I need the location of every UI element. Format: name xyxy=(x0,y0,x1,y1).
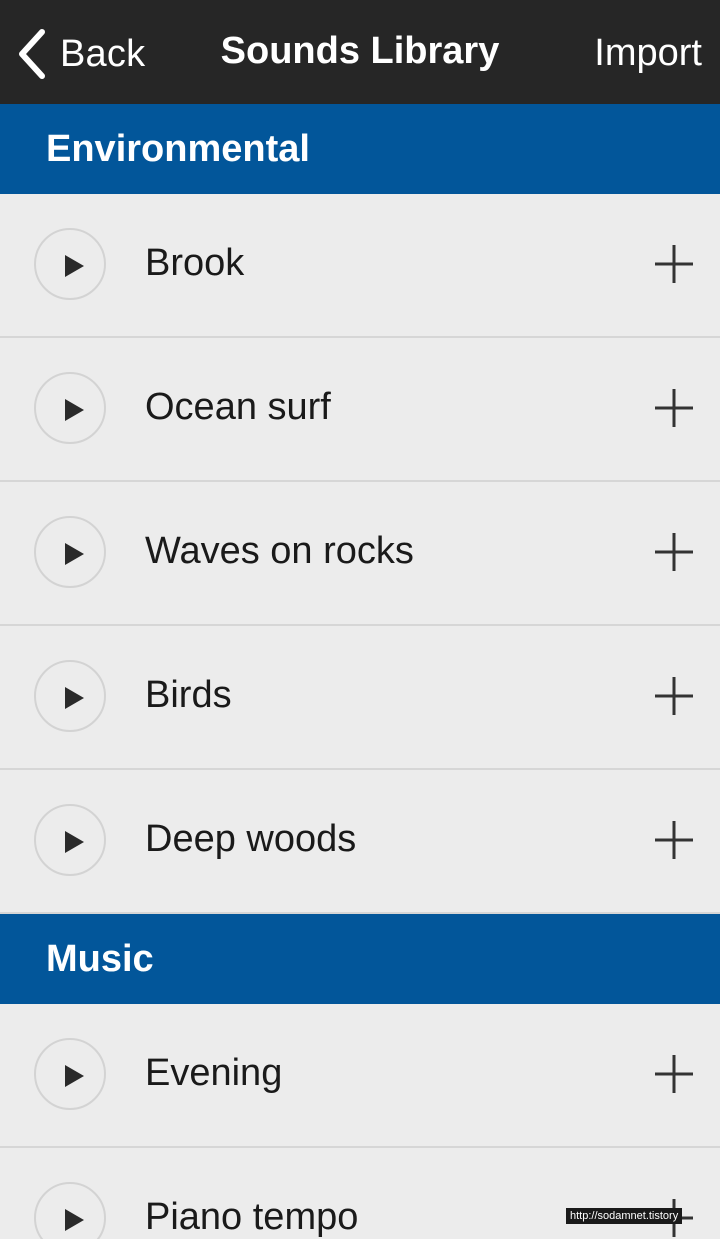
play-icon xyxy=(65,1209,84,1231)
add-button[interactable] xyxy=(652,242,696,286)
play-icon xyxy=(65,255,84,277)
plus-icon xyxy=(655,821,693,859)
add-button[interactable] xyxy=(652,386,696,430)
import-button[interactable]: Import xyxy=(594,32,702,75)
sound-name: Piano tempo xyxy=(145,1196,359,1238)
plus-icon xyxy=(655,533,693,571)
sound-name: Brook xyxy=(145,242,245,284)
sounds-library-screen: Back Sounds Library Import Environmental… xyxy=(0,0,720,1239)
list-item[interactable]: Ocean surf xyxy=(0,338,720,482)
add-button[interactable] xyxy=(652,530,696,574)
plus-icon xyxy=(655,1055,693,1093)
plus-icon xyxy=(655,677,693,715)
play-button[interactable] xyxy=(34,228,106,300)
play-icon xyxy=(65,399,84,421)
section-header-music: Music xyxy=(0,914,720,1004)
list-item[interactable]: Brook xyxy=(0,194,720,338)
add-button[interactable] xyxy=(652,818,696,862)
sound-name: Waves on rocks xyxy=(145,530,414,572)
play-icon xyxy=(65,543,84,565)
play-button[interactable] xyxy=(34,660,106,732)
plus-icon xyxy=(655,245,693,283)
play-icon xyxy=(65,687,84,709)
watermark: http://sodamnet.tistory xyxy=(566,1208,683,1224)
plus-icon xyxy=(655,389,693,427)
sound-name: Birds xyxy=(145,674,232,716)
play-button[interactable] xyxy=(34,372,106,444)
sound-name: Evening xyxy=(145,1052,283,1094)
navigation-bar: Back Sounds Library Import xyxy=(0,0,720,104)
play-icon xyxy=(65,1065,84,1087)
play-button[interactable] xyxy=(34,1182,106,1239)
play-button[interactable] xyxy=(34,804,106,876)
list-item[interactable]: Birds xyxy=(0,626,720,770)
sound-name: Ocean surf xyxy=(145,386,331,428)
play-icon xyxy=(65,831,84,853)
list-item[interactable]: Waves on rocks xyxy=(0,482,720,626)
list-item[interactable]: Piano tempo xyxy=(0,1148,720,1239)
list-item[interactable]: Evening xyxy=(0,1004,720,1148)
play-button[interactable] xyxy=(34,1038,106,1110)
play-button[interactable] xyxy=(34,516,106,588)
sound-name: Deep woods xyxy=(145,818,357,860)
section-header-environmental: Environmental xyxy=(0,104,720,194)
list-item[interactable]: Deep woods xyxy=(0,770,720,914)
add-button[interactable] xyxy=(652,674,696,718)
add-button[interactable] xyxy=(652,1052,696,1096)
